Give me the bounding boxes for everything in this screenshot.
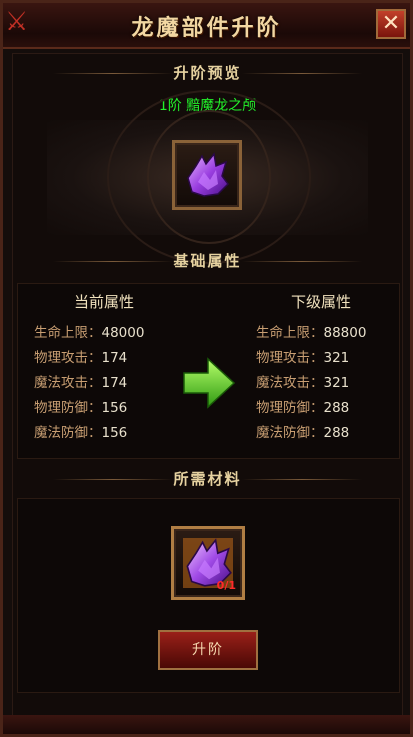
stats-panel: 当前属性 下级属性 生命上限：48000 物理攻击：174 魔法攻击：174 物… [17, 283, 400, 459]
upgrade-button[interactable]: 升阶 [158, 630, 258, 670]
divider [242, 73, 362, 74]
stat-label: 物理防御： [256, 400, 324, 416]
stat-value: 321 [323, 375, 350, 391]
divider [242, 261, 362, 262]
stat-label: 生命上限： [34, 325, 102, 341]
stat-label: 魔法防御： [34, 425, 102, 441]
stat-label: 物理攻击： [34, 350, 102, 366]
current-stat-row: 生命上限：48000 [34, 321, 144, 341]
stat-label: 物理攻击： [256, 350, 324, 366]
stat-value: 321 [323, 350, 350, 366]
materials-section-header: 所需材料 [13, 468, 402, 490]
window-title: 龙魔部件升阶 [131, 16, 282, 41]
divider [242, 479, 362, 480]
stat-label: 魔法防御： [256, 425, 324, 441]
stat-value: 288 [323, 400, 350, 416]
current-stat-row: 物理防御：156 [34, 396, 127, 416]
current-stat-row: 魔法攻击：174 [34, 371, 127, 391]
next-stats-title: 下级属性 [290, 293, 351, 311]
material-item-slot[interactable]: 0/1 [171, 526, 245, 600]
preview-item-slot[interactable] [172, 140, 242, 210]
stat-value: 48000 [101, 325, 145, 341]
title-bar: ⚔ 龙魔部件升阶 ✕ [3, 3, 410, 49]
current-stat-row: 魔法防御：156 [34, 421, 127, 441]
next-stat-row: 魔法防御：288 [256, 421, 349, 441]
item-preview-panel [47, 90, 368, 264]
upgrade-window: ⚔ 龙魔部件升阶 ✕ 升阶预览 1阶 黯魔龙之颅 基础属性 当前属性 下级属性 … [0, 0, 413, 737]
next-stat-row: 物理防御：288 [256, 396, 349, 416]
stat-value: 174 [101, 375, 128, 391]
purple-dragon-skull-icon [187, 152, 229, 197]
content-panel: 升阶预览 1阶 黯魔龙之颅 基础属性 当前属性 下级属性 生命上限：48000 … [12, 53, 403, 731]
preview-section-header: 升阶预览 [13, 62, 402, 84]
current-stat-row: 物理攻击：174 [34, 346, 127, 366]
stat-label: 物理防御： [34, 400, 102, 416]
current-stats-title: 当前属性 [73, 293, 134, 311]
stat-label: 魔法攻击： [34, 375, 102, 391]
next-stat-row: 生命上限：88800 [256, 321, 366, 341]
next-stat-row: 魔法攻击：321 [256, 371, 349, 391]
stat-value: 156 [101, 425, 128, 441]
stat-label: 魔法攻击： [256, 375, 324, 391]
bottom-frame-bar [3, 715, 410, 734]
material-count-badge: 0/1 [216, 579, 236, 592]
arrow-right-icon [183, 357, 236, 409]
stat-value: 156 [101, 400, 128, 416]
close-button[interactable]: ✕ [376, 9, 406, 39]
stats-section-header: 基础属性 [13, 250, 402, 272]
next-stat-row: 物理攻击：321 [256, 346, 349, 366]
stat-label: 生命上限： [256, 325, 324, 341]
stat-value: 88800 [323, 325, 367, 341]
stat-value: 288 [323, 425, 350, 441]
stat-value: 174 [101, 350, 128, 366]
